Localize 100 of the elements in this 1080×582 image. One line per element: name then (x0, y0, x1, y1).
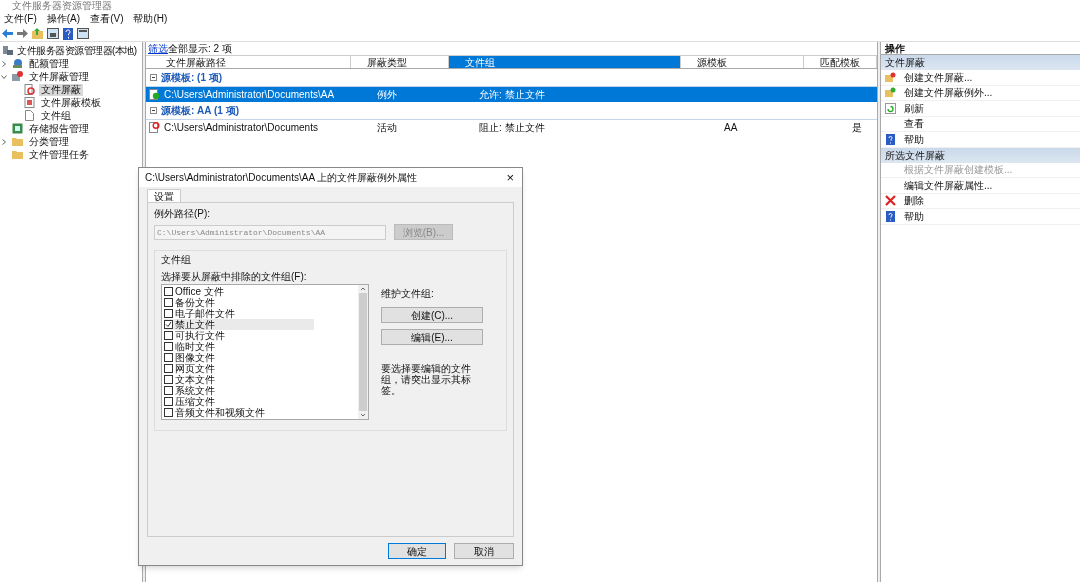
help-icon (885, 210, 896, 222)
column-header[interactable]: 文件组 (448, 56, 682, 68)
menu-item[interactable]: 操作(A) (46, 11, 81, 26)
checkbox[interactable] (164, 353, 173, 362)
menu-item[interactable]: 文件(F) (4, 11, 37, 26)
cancel-button[interactable]: 取消 (454, 543, 514, 559)
folder-block-icon (12, 71, 23, 82)
action-link[interactable]: 编辑文件屏蔽属性... (904, 177, 993, 193)
collapse-chevron-icon[interactable] (1, 73, 7, 80)
list-item[interactable]: 压缩文件 (175, 396, 215, 407)
checkbox[interactable] (164, 386, 173, 395)
folder-icon (12, 136, 23, 147)
action-button[interactable]: 创建(C)... (381, 307, 483, 323)
scrollbar[interactable] (358, 285, 368, 419)
tree-item[interactable]: 文件屏蔽 (39, 83, 83, 96)
action-link[interactable]: 删除 (904, 193, 924, 209)
list-item[interactable]: 备份文件 (175, 297, 215, 308)
menu-item[interactable]: 帮助(H) (133, 11, 168, 26)
section-header[interactable]: 文件屏蔽 (881, 55, 1080, 70)
checkbox[interactable] (164, 375, 173, 384)
forward-arrow-icon[interactable] (17, 29, 28, 38)
help-icon (885, 133, 896, 145)
section-label: 维护文件组: (381, 287, 435, 301)
action-link[interactable]: 查看 (904, 116, 924, 132)
list-item[interactable]: 可执行文件 (175, 330, 225, 341)
close-icon (885, 195, 896, 207)
checkbox[interactable] (164, 364, 173, 373)
window-title: 文件服务器资源管理器 (11, 0, 113, 11)
tree-item[interactable]: 分类管理 (27, 135, 71, 148)
list-item[interactable]: 文本文件 (175, 374, 215, 385)
checkbox[interactable] (164, 298, 173, 307)
checkbox[interactable] (164, 287, 173, 296)
table-cell: C:\Users\Administrator\Documents\AA (164, 89, 335, 100)
action-link[interactable]: 帮助 (904, 131, 924, 147)
action-link[interactable]: 创建文件屏蔽... (904, 69, 973, 85)
tree-item[interactable]: 文件服务器资源管理器(本地) (17, 43, 137, 58)
list-item[interactable]: 系统文件 (175, 385, 215, 396)
tree-item[interactable]: 文件屏蔽管理 (27, 70, 91, 83)
expand-chevron-icon[interactable] (1, 60, 7, 67)
table-cell: AA (724, 122, 738, 133)
folder-up-icon[interactable] (32, 28, 43, 39)
checkbox[interactable] (164, 342, 173, 351)
list-item[interactable]: 临时文件 (175, 341, 215, 352)
expand-chevron-icon[interactable] (1, 138, 7, 145)
tab[interactable]: 设置 (147, 189, 181, 202)
template-icon (24, 97, 35, 108)
action-link[interactable]: 创建文件屏蔽例外... (904, 85, 993, 101)
block-icon (24, 84, 35, 95)
table-cell: C:\Users\Administrator\Documents (164, 122, 318, 133)
table-cell: 活动 (377, 122, 397, 133)
tree-item[interactable]: 配额管理 (27, 57, 71, 70)
filter-link[interactable]: 筛选 (148, 41, 168, 56)
pane-icon[interactable] (47, 28, 59, 39)
checkbox[interactable] (164, 331, 173, 340)
list-label: 选择要从屏蔽中排除的文件组(F): (161, 270, 308, 284)
folder-icon (12, 149, 23, 160)
column-header[interactable]: 文件屏蔽路径 (148, 56, 351, 68)
checkbox[interactable] (164, 397, 173, 406)
list-item[interactable]: 电子邮件文件 (175, 308, 235, 319)
list-item[interactable]: 图像文件 (175, 352, 215, 363)
back-arrow-icon[interactable] (2, 29, 13, 38)
scroll-up-icon[interactable] (360, 285, 366, 293)
action-link[interactable]: 帮助 (904, 208, 924, 224)
list-item[interactable]: Office 文件 (175, 286, 224, 297)
filter-status: 全部显示: 2 项 (168, 42, 232, 56)
table-row[interactable]: C:\Users\Administrator\Documents 活动 阻止: 禁止文件 AA 是 (146, 120, 877, 135)
menu-item[interactable]: 查看(V) (90, 11, 124, 26)
checkbox[interactable] (164, 309, 173, 318)
table-cell: 是 (852, 122, 862, 133)
pane-icon[interactable] (77, 28, 89, 39)
scroll-down-icon[interactable] (360, 411, 366, 419)
collapse-icon[interactable] (150, 107, 157, 114)
list-item[interactable]: 音频文件和视频文件 (175, 407, 265, 418)
tree-item[interactable]: 存储报告管理 (27, 122, 91, 135)
table-row[interactable]: C:\Users\Administrator\Documents\AA 例外 允许: 禁止文件 (146, 87, 877, 102)
table-cell: 阻止: 禁止文件 (479, 122, 545, 133)
checkbox[interactable] (164, 320, 173, 329)
column-header[interactable]: 匹配模板 (804, 56, 877, 68)
tree-item[interactable]: 文件组 (39, 109, 73, 122)
group-heading: 源模板: (1 项) (161, 71, 223, 85)
report-icon (12, 123, 23, 134)
close-button[interactable]: × (504, 171, 516, 184)
ok-button[interactable]: 确定 (388, 543, 446, 559)
tree-item[interactable]: 文件管理任务 (27, 148, 91, 161)
checkbox[interactable] (164, 408, 173, 417)
collapse-icon[interactable] (150, 74, 157, 81)
server-icon (2, 45, 13, 56)
tree-item[interactable]: 文件屏蔽模板 (39, 96, 103, 109)
help-icon[interactable] (63, 27, 73, 40)
list-item[interactable]: 网页文件 (175, 363, 215, 374)
refresh-icon (885, 102, 896, 114)
action-button[interactable]: 编辑(E)... (381, 329, 483, 345)
column-header[interactable]: 源模板 (681, 56, 804, 68)
action-link[interactable]: 刷新 (904, 100, 924, 116)
folder-new-icon (885, 71, 896, 83)
shield-check-icon (149, 89, 160, 100)
column-header[interactable]: 屏蔽类型 (350, 56, 449, 68)
group-title: 文件组 (161, 253, 192, 267)
disk-icon (12, 58, 23, 69)
group-heading: 源模板: AA (1 项) (161, 104, 239, 118)
